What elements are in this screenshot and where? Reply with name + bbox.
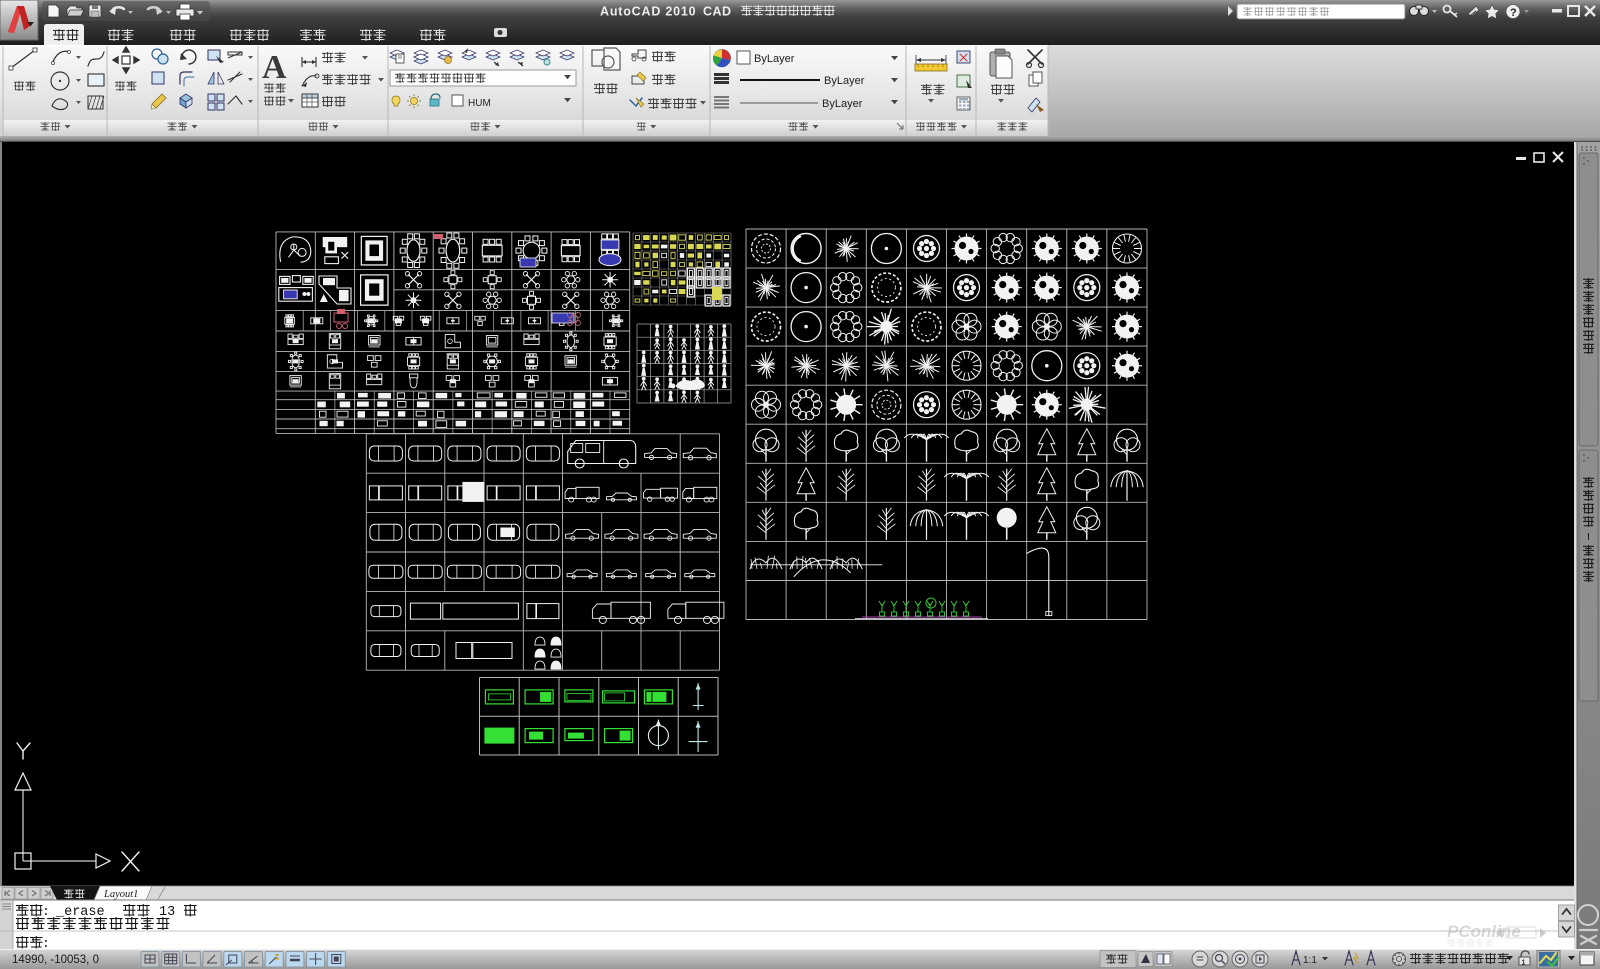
svg-text:1: 1 <box>1522 960 1526 967</box>
svg-text:AutoCAD 2010: AutoCAD 2010 <box>600 5 696 19</box>
svg-text:HUM: HUM <box>468 98 491 109</box>
svg-text:Layout1: Layout1 <box>103 889 138 900</box>
svg-text:1:1: 1:1 <box>1303 955 1317 966</box>
svg-text:A: A <box>262 49 287 86</box>
svg-text:ByLayer: ByLayer <box>754 53 795 65</box>
svg-text:14990, -10053, 0: 14990, -10053, 0 <box>12 954 99 966</box>
svg-text:13: 13 <box>159 905 175 920</box>
svg-text::: : <box>42 936 50 951</box>
svg-text:CAD: CAD <box>703 5 732 19</box>
svg-text:ByLayer: ByLayer <box>824 75 865 87</box>
svg-text:ByLayer: ByLayer <box>822 98 863 110</box>
svg-text::: : <box>42 904 50 919</box>
svg-text:?: ? <box>1510 7 1517 19</box>
svg-text:_erase: _erase <box>55 905 105 920</box>
